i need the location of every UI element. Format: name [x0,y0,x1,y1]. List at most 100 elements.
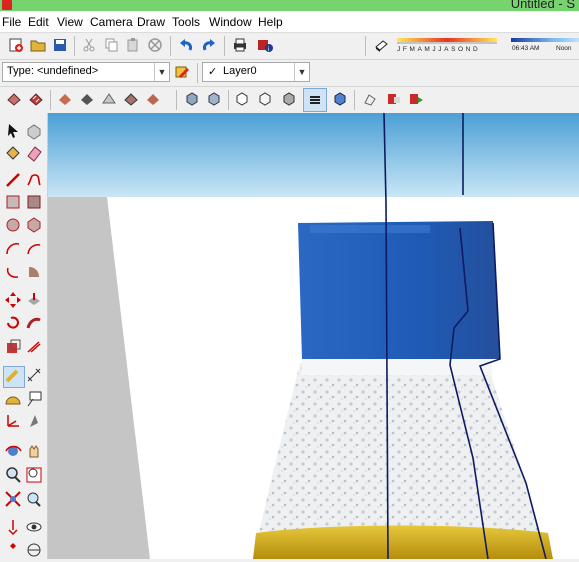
menu-file[interactable]: File [2,15,21,29]
iso-view-icon[interactable] [183,90,201,108]
scale-tool-icon[interactable] [4,338,22,356]
menu-window[interactable]: Window [209,15,252,29]
position-camera-tool-icon[interactable] [4,518,22,536]
model-viewport[interactable] [48,113,579,559]
toolbar-separator [228,90,229,110]
tape-measure-tool-icon[interactable] [3,366,25,388]
polygon-tool-icon[interactable] [25,216,43,234]
erase-icon[interactable] [146,36,164,54]
paste-icon[interactable] [124,36,142,54]
paint-bucket-tool-icon[interactable] [4,144,22,162]
menu-view[interactable]: View [57,15,83,29]
axes-tool-icon[interactable] [4,412,22,430]
menu-tools[interactable]: Tools [172,15,200,29]
toolbar-separator [224,36,225,56]
title-bar: Untitled - S [0,0,579,11]
noon-label: Noon [556,45,572,52]
cut-icon[interactable] [80,36,98,54]
make-component-icon[interactable] [25,122,43,140]
shaded-style-icon[interactable] [280,90,298,108]
section-cut-icon[interactable] [407,90,425,108]
rotated-rectangle-tool-icon[interactable] [25,193,43,211]
3d-text-tool-icon[interactable] [25,412,43,430]
text-tool-icon[interactable] [25,390,43,408]
texture-icon[interactable] [27,90,45,108]
look-around-tool-icon[interactable] [25,518,43,536]
warehouse-icon[interactable] [100,90,118,108]
section-plane-icon[interactable] [361,90,379,108]
app-icon [2,0,12,10]
rectangle-tool-icon[interactable] [4,193,22,211]
entity-type-value: Type: <undefined> [7,65,99,77]
monochrome-style-icon[interactable] [303,88,327,112]
two-point-arc-tool-icon[interactable] [25,240,43,258]
select-tool-icon[interactable] [4,122,22,140]
model-info-icon[interactable]: i [256,36,274,54]
rotate-tool-icon[interactable] [4,314,22,332]
zoom-tool-icon[interactable] [4,466,22,484]
window-title: Untitled - S [510,0,575,11]
menu-edit[interactable]: Edit [28,15,49,29]
arc-tool-icon[interactable] [4,240,22,258]
three-point-arc-tool-icon[interactable] [4,263,22,281]
layer-dropdown[interactable]: ✓ Layer0 ▼ [202,62,310,82]
wireframe-style-icon[interactable] [256,90,274,108]
zoom-extents-tool-icon[interactable] [4,490,22,508]
toolbar-separator [365,36,366,56]
menu-camera[interactable]: Camera [90,15,133,29]
pie-tool-icon[interactable] [25,263,43,281]
display-section-icon[interactable] [385,90,403,108]
chevron-down-icon: ▼ [294,63,309,81]
follow-me-tool-icon[interactable] [25,314,43,332]
top-view-icon[interactable] [205,90,223,108]
walk-tool-icon[interactable] [4,541,22,559]
freehand-tool-icon[interactable] [25,171,43,189]
component-icon[interactable] [56,90,74,108]
zoom-window-tool-icon[interactable] [25,466,43,484]
cap-highlight [310,225,430,233]
entity-type-dropdown[interactable]: Type: <undefined> ▼ [2,62,170,82]
orbit-tool-icon[interactable] [4,442,22,460]
sky [48,113,579,197]
push-pull-tool-icon[interactable] [25,291,43,309]
shadows-toggle-icon[interactable] [372,36,390,54]
bottle-cap [298,221,500,359]
eraser-tool-icon[interactable] [25,144,43,162]
time-slider[interactable] [510,37,579,45]
textured-style-icon[interactable] [331,90,349,108]
time-label: 06:43 AM [512,45,540,52]
extension-icon[interactable] [122,90,140,108]
toolbar-separator [197,63,198,83]
paint-color-icon[interactable] [173,63,191,81]
print-icon[interactable] [231,36,249,54]
group-icon[interactable] [78,90,96,108]
share-model-icon[interactable] [144,90,162,108]
save-icon[interactable] [51,36,69,54]
line-tool-icon[interactable] [4,171,22,189]
copy-icon[interactable] [102,36,120,54]
menu-bar: File Edit View Camera Draw Tools Window … [0,12,579,33]
scene-canvas[interactable] [48,113,579,559]
move-tool-icon[interactable] [4,291,22,309]
xray-style-icon[interactable] [233,90,251,108]
protractor-tool-icon[interactable] [4,390,22,408]
section-plane-tool-icon[interactable] [25,541,43,559]
undo-icon[interactable] [177,36,195,54]
layers-toolbar: Type: <undefined> ▼ ✓ Layer0 ▼ [0,60,579,87]
date-slider-months: JFMAMJJASOND [397,46,481,53]
circle-tool-icon[interactable] [4,216,22,234]
views-toolbar [0,87,579,114]
standard-toolbar: i JFMAMJJASOND 06:43 AM Noon [0,33,579,60]
menu-help[interactable]: Help [258,15,283,29]
redo-icon[interactable] [200,36,218,54]
open-folder-icon[interactable] [29,36,47,54]
menu-draw[interactable]: Draw [137,15,165,29]
previous-view-tool-icon[interactable] [25,490,43,508]
offset-tool-icon[interactable] [25,338,43,356]
dimension-tool-icon[interactable] [25,366,43,384]
paint-bucket-icon[interactable] [5,90,23,108]
bottle-liquid [253,525,553,559]
layer-check-icon: ✓ [208,66,218,78]
new-file-icon[interactable] [7,36,25,54]
pan-tool-icon[interactable] [25,442,43,460]
